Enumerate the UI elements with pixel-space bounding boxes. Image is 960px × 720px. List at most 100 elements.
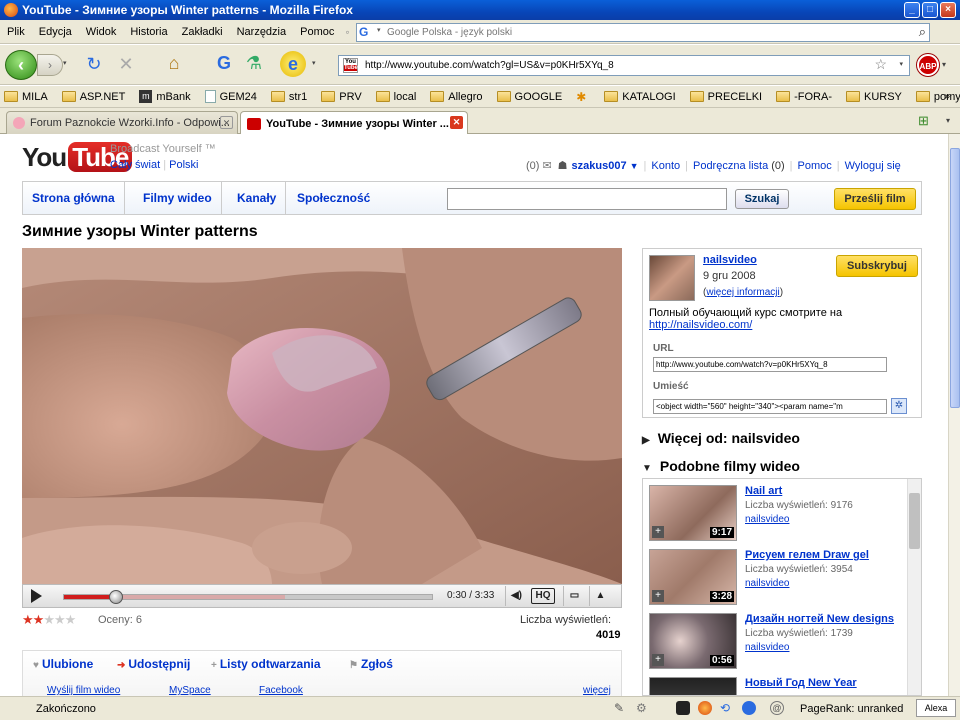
playlists-button[interactable]: + Listy odtwarzania [211,657,321,671]
page-scrollbar[interactable] [948,134,960,696]
user-dropdown-icon[interactable]: ▼ [630,161,639,171]
related-user[interactable]: nailsvideo [745,514,789,525]
bookmark-katalogi[interactable]: KATALOGI [604,91,676,103]
info-status-icon[interactable]: @ [770,701,784,715]
menu-zakladki[interactable]: Zakładki [175,26,230,38]
bookmark-allegro[interactable]: Allegro [430,91,483,103]
fullscreen-icon[interactable]: ▲ [589,586,611,606]
menu-edycja[interactable]: Edycja [32,26,79,38]
username-link[interactable]: szakus007 [572,160,627,172]
more-from-section[interactable]: ▶ Więcej od: nailsvideo [642,430,800,446]
bookmark-prv[interactable]: PRV [321,91,362,103]
related-thumbnail[interactable] [649,677,737,695]
related-user[interactable]: nailsvideo [745,578,789,589]
gear-status-icon[interactable]: ⚙ [636,701,650,715]
firefox-status-icon[interactable] [698,701,712,715]
video-url-field[interactable] [653,357,887,372]
flag-button[interactable]: ⚑ Zgłoś [349,657,393,671]
region-country-link[interactable]: Polski [169,159,198,171]
tab-youtube[interactable]: YouTube - Зимние узоры Winter ... ✕ [240,111,468,135]
history-dropdown-icon[interactable]: ▾ [63,59,67,67]
more-share-link[interactable]: więcej [583,685,611,696]
sync-icon[interactable]: ⟲ [720,701,734,715]
bookmark-google[interactable]: GOOGLE [496,91,562,103]
engine-dropdown-icon[interactable]: ▾ [377,26,387,34]
send-video-link[interactable]: Wyślij film wideo [47,685,120,696]
related-section[interactable]: ▼ Podobne filmy wideo [642,458,800,474]
bookmark-aspnet[interactable]: ASP.NET [61,91,125,103]
related-title[interactable]: Новый Год New Year [745,677,857,689]
myspace-link[interactable]: MySpace [169,685,211,696]
bookmark-mila[interactable]: MILA [4,91,48,103]
related-thumbnail[interactable]: + 0:56 [649,613,737,669]
description-link[interactable]: http://nailsvideo.com/ [649,319,752,331]
window-titlebar[interactable]: YouTube - Зимние узоры Winter patterns -… [0,0,960,20]
region-world-link[interactable]: Cały świat [110,159,160,171]
tab-forum[interactable]: Forum Paznokcie Wzorki.Info - Odpowi... … [6,111,238,134]
google-icon[interactable]: G [359,25,375,40]
tab-list-dropdown-icon[interactable]: ▾ [946,116,950,125]
bookmark-gem24[interactable]: GEM24 [204,90,257,103]
bookmark-star-icon[interactable]: ☆ [874,56,887,73]
flask-icon[interactable]: ⚗ [242,53,266,74]
alexa-toolbar[interactable]: Alexa [916,699,956,717]
logout-link[interactable]: Wyloguj się [845,160,901,172]
channel-avatar[interactable] [649,255,695,301]
home-icon[interactable]: ⌂ [162,53,186,74]
url-dropdown-icon[interactable]: ▾ [899,60,903,68]
related-item[interactable]: + 9:17 Nail art Liczba wyświetleń: 9176 … [649,485,899,547]
menu-widok[interactable]: Widok [79,26,124,38]
hq-button[interactable]: HQ [531,588,555,604]
star-empty-icon[interactable]: ★ [65,612,77,627]
star-empty-icon[interactable]: ★ [54,612,66,627]
nav-home[interactable]: Strona główna [23,182,125,214]
bookmark-feed[interactable]: ✱ [576,90,590,104]
adblock-dropdown-icon[interactable]: ▾ [942,60,946,69]
nav-community[interactable]: Społeczność [288,182,379,214]
subscribe-button[interactable]: Subskrybuj [836,255,918,277]
tools-icon[interactable]: ✎ [614,701,628,715]
help-link[interactable]: Pomoc [798,160,832,172]
add-to-quicklist-icon[interactable]: + [652,526,664,538]
new-tab-icon[interactable]: ⊞ [918,113,929,129]
related-title[interactable]: Рисуем гелем Draw gel [745,549,869,561]
favorites-button[interactable]: ♥ Ulubione [33,657,93,671]
stop-icon[interactable]: ✕ [114,54,138,75]
more-info-link[interactable]: więcej informacji [706,287,779,298]
youtube-search-input[interactable] [448,189,726,209]
embed-code-field[interactable] [653,399,887,414]
maximize-button[interactable]: □ [922,2,938,18]
related-item[interactable]: Новый Год New Year [649,677,899,695]
youtube-search-button[interactable]: Szukaj [735,189,789,209]
related-item[interactable]: + 0:56 Дизайн ногтей New designs Liczba … [649,613,899,675]
bookmark-kursy[interactable]: KURSY [845,91,902,103]
add-to-quicklist-icon[interactable]: + [652,590,664,602]
bookmark-local[interactable]: local [375,91,416,103]
related-thumbnail[interactable]: + 9:17 [649,485,737,541]
upload-button[interactable]: Prześlij film [834,188,916,210]
related-thumbnail[interactable]: + 3:28 [649,549,737,605]
menu-pomoc[interactable]: Pomoc [293,26,341,38]
video-player[interactable] [22,248,622,584]
scrollbar-thumb[interactable] [909,493,920,549]
related-title[interactable]: Nail art [745,485,782,497]
close-tab-icon[interactable]: ✕ [450,116,463,129]
related-title[interactable]: Дизайн ногтей New designs [745,613,894,625]
addon-icon[interactable] [676,701,690,715]
gear-icon[interactable]: ✲ [891,398,907,414]
adblock-icon[interactable]: ABP [917,54,939,76]
minimize-button[interactable]: _ [904,2,920,18]
popout-icon[interactable]: ▭ [563,586,585,606]
related-user[interactable]: nailsvideo [745,642,789,653]
bookmark-fora[interactable]: -FORA- [776,91,832,103]
nav-videos[interactable]: Filmy wideo [134,182,222,214]
uploader-link[interactable]: nailsvideo [703,254,757,266]
bookmarks-overflow-icon[interactable]: » [944,91,950,102]
facebook-link[interactable]: Facebook [259,685,303,696]
bookmark-mbank[interactable]: m mBank [139,90,191,103]
play-icon[interactable] [31,589,42,603]
ie-dropdown-icon[interactable]: ▾ [312,59,316,67]
nav-channels[interactable]: Kanały [228,182,287,214]
menu-narzedzia[interactable]: Narzędzia [230,26,294,38]
url-input[interactable] [365,58,865,73]
